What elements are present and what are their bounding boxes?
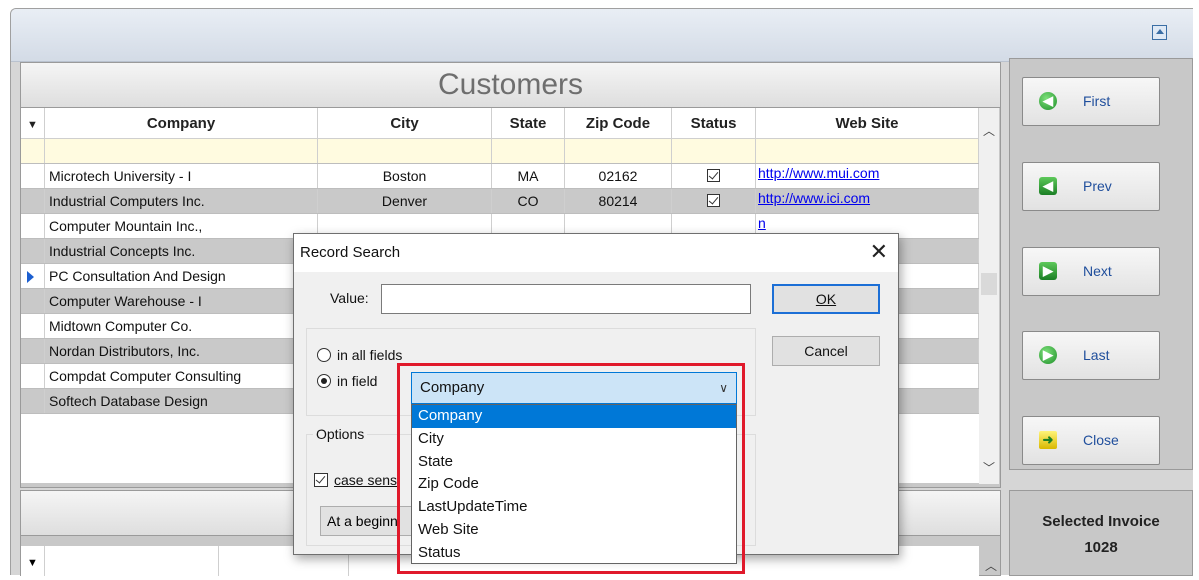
column-header-company[interactable]: Company	[45, 108, 318, 139]
city-cell[interactable]: Boston	[318, 164, 492, 188]
scroll-thumb[interactable]	[981, 273, 997, 295]
cancel-button[interactable]: Cancel	[772, 336, 880, 366]
value-label: Value:	[330, 290, 369, 306]
status-cell[interactable]	[672, 189, 756, 213]
filter-cell[interactable]	[45, 139, 318, 163]
scroll-up-icon[interactable]: ︿	[983, 122, 995, 139]
close-label: Close	[1083, 432, 1119, 448]
status-checkbox[interactable]	[707, 194, 720, 207]
company-cell[interactable]: Industrial Concepts Inc.	[45, 239, 318, 263]
selected-invoice-label: Selected Invoice	[1042, 513, 1160, 530]
first-arrow-icon: ◀	[1039, 92, 1057, 110]
web-site-link[interactable]: http://www.mui.com	[756, 164, 979, 188]
next-arrow-icon: ▶	[1039, 262, 1057, 280]
company-cell[interactable]: Midtown Computer Co.	[45, 314, 318, 338]
column-selector[interactable]: ▼	[21, 546, 45, 576]
invoice-column-header[interactable]	[45, 546, 219, 576]
column-header-state[interactable]: State	[492, 108, 565, 139]
company-cell[interactable]: Computer Mountain Inc.,	[45, 214, 318, 238]
prev-label: Prev	[1083, 178, 1112, 194]
all-fields-label[interactable]: in all fields	[337, 347, 402, 363]
ok-label: OK	[815, 291, 837, 307]
selected-invoice-value: 1028	[1084, 539, 1118, 556]
last-label: Last	[1083, 347, 1110, 363]
column-selector[interactable]: ▼	[21, 108, 45, 139]
dialog-title-bar[interactable]: Record Search ✕	[294, 234, 898, 272]
column-header-zip[interactable]: Zip Code	[565, 108, 672, 139]
top-bar	[11, 9, 1193, 62]
scroll-down-icon[interactable]: ﹀	[983, 459, 995, 476]
all-fields-radio[interactable]	[317, 348, 331, 362]
company-cell[interactable]: Compdat Computer Consulting	[45, 364, 318, 388]
filter-cell[interactable]	[318, 139, 492, 163]
state-cell[interactable]: CO	[492, 189, 565, 213]
zip-cell[interactable]: 02162	[565, 164, 672, 188]
invoice-info-panel: Selected Invoice 1028	[1009, 490, 1193, 576]
last-button[interactable]: ▶ Last	[1022, 331, 1160, 380]
prev-arrow-icon: ◀	[1039, 177, 1057, 195]
company-cell[interactable]: Nordan Distributors, Inc.	[45, 339, 318, 363]
restore-icon[interactable]	[1152, 25, 1167, 40]
row-selector[interactable]	[21, 264, 45, 288]
company-cell[interactable]: Industrial Computers Inc.	[45, 189, 318, 213]
status-cell[interactable]	[672, 164, 756, 188]
in-field-radio[interactable]	[317, 374, 331, 388]
in-field-label[interactable]: in field	[337, 373, 377, 389]
next-button[interactable]: ▶ Next	[1022, 247, 1160, 296]
close-button[interactable]: ➜ Close	[1022, 416, 1160, 465]
filter-row[interactable]	[21, 139, 979, 164]
table-row[interactable]: Industrial Computers Inc. Denver CO 8021…	[21, 189, 979, 214]
status-checkbox[interactable]	[707, 169, 720, 182]
navigation-panel: ◀ First ◀ Prev ▶ Next ▶ Last ➜ Close	[1009, 58, 1193, 470]
exit-door-icon: ➜	[1039, 431, 1057, 449]
case-sensitive-label[interactable]: case sens	[334, 472, 397, 488]
cancel-label: Cancel	[804, 343, 848, 359]
row-selector[interactable]	[21, 164, 45, 188]
table-row[interactable]: Microtech University - I Boston MA 02162…	[21, 164, 979, 189]
highlight-annotation-box	[397, 363, 745, 574]
current-record-icon	[27, 271, 34, 283]
company-cell[interactable]: Computer Warehouse - I	[45, 289, 318, 313]
filter-cell[interactable]	[492, 139, 565, 163]
last-arrow-icon: ▶	[1039, 346, 1057, 364]
filter-cell[interactable]	[565, 139, 672, 163]
grid-title: Customers	[21, 63, 1000, 108]
row-selector[interactable]	[21, 289, 45, 313]
row-selector[interactable]	[21, 339, 45, 363]
column-header-status[interactable]: Status	[672, 108, 756, 139]
company-cell[interactable]: Softech Database Design	[45, 389, 318, 413]
case-sensitive-checkbox[interactable]	[314, 473, 328, 487]
column-header-city[interactable]: City	[318, 108, 492, 139]
zip-cell[interactable]: 80214	[565, 189, 672, 213]
grid-vertical-scrollbar[interactable]: ︿ ﹀	[979, 108, 999, 484]
company-cell[interactable]: Microtech University - I	[45, 164, 318, 188]
scroll-up-icon[interactable]: ︿	[985, 557, 997, 574]
row-selector[interactable]	[21, 214, 45, 238]
close-icon[interactable]: ✕	[870, 238, 888, 266]
row-selector[interactable]	[21, 389, 45, 413]
ok-button[interactable]: OK	[772, 284, 880, 314]
row-selector[interactable]	[21, 314, 45, 338]
state-cell[interactable]: MA	[492, 164, 565, 188]
first-label: First	[1083, 93, 1111, 109]
row-selector	[21, 139, 45, 163]
row-selector[interactable]	[21, 364, 45, 388]
company-cell[interactable]: PC Consultation And Design	[45, 264, 318, 288]
dialog-title: Record Search	[300, 244, 401, 261]
search-value-input[interactable]	[381, 284, 751, 314]
city-cell[interactable]: Denver	[318, 189, 492, 213]
filter-cell[interactable]	[756, 139, 979, 163]
options-legend: Options	[313, 426, 368, 442]
column-header-web-site[interactable]: Web Site	[756, 108, 979, 139]
row-selector[interactable]	[21, 239, 45, 263]
first-button[interactable]: ◀ First	[1022, 77, 1160, 126]
web-site-link[interactable]: http://www.ici.com	[756, 189, 979, 213]
next-label: Next	[1083, 263, 1112, 279]
row-selector[interactable]	[21, 189, 45, 213]
filter-cell[interactable]	[672, 139, 756, 163]
prev-button[interactable]: ◀ Prev	[1022, 162, 1160, 211]
